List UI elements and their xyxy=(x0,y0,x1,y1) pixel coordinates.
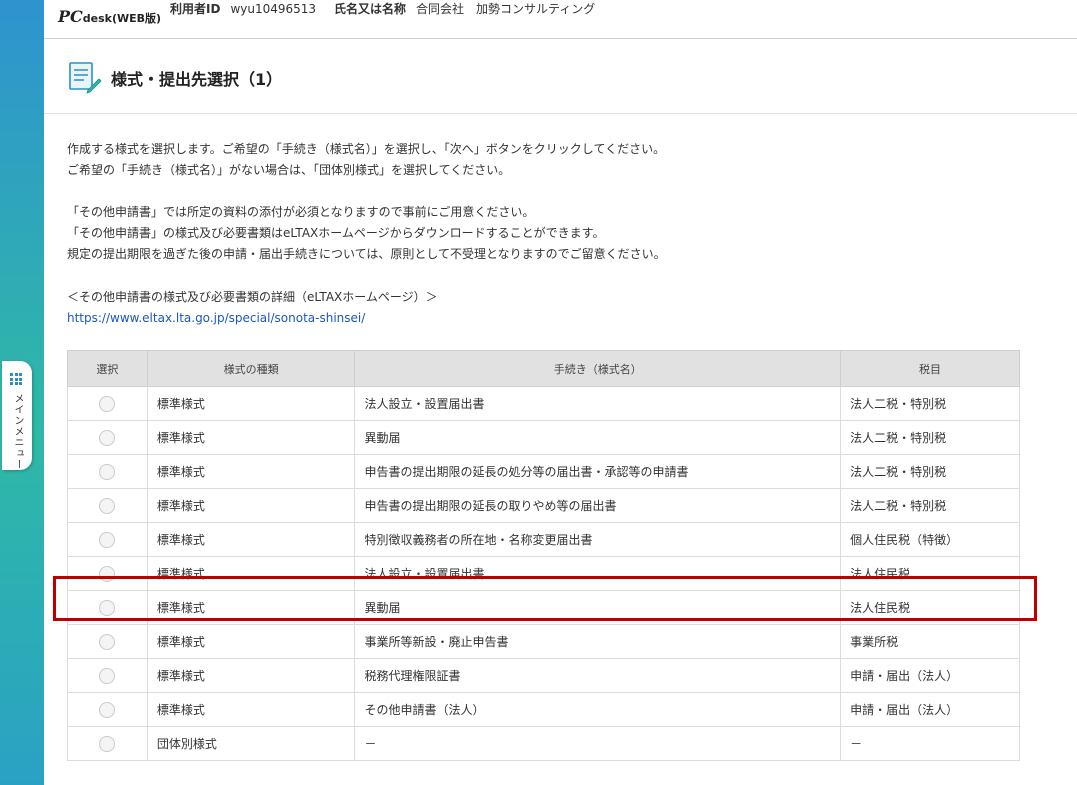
select-cell xyxy=(67,522,148,557)
column-header-tax: 税目 xyxy=(840,350,1020,387)
form-type-cell: 標準様式 xyxy=(146,624,356,659)
tax-cell: 申請・届出（法人） xyxy=(840,692,1020,727)
select-cell xyxy=(67,658,148,693)
app-header: PCdesk(WEB版) 利用者ID wyu10496513 氏名又は名称 合同会社… xyxy=(44,0,1077,39)
instruction-line: 「その他申請書」の様式及び必要書類はeLTAXホームページからダウンロードするこ… xyxy=(67,226,605,240)
form-type-cell: 団体別様式 xyxy=(146,726,356,761)
select-radio[interactable] xyxy=(99,599,116,616)
procedure-cell: 税務代理権限証書 xyxy=(354,658,842,693)
select-cell xyxy=(67,624,148,659)
select-cell xyxy=(67,590,148,625)
table-row[interactable]: 標準様式 特別徴収義務者の所在地・名称変更届出書 個人住民税（特徴） xyxy=(67,522,1020,557)
procedure-cell: 申告書の提出期限の延長の処分等の届出書・承認等の申請書 xyxy=(354,454,842,489)
table-row[interactable]: 標準様式 異動届 法人住民税 xyxy=(67,590,1020,625)
tax-cell: 法人二税・特別税 xyxy=(840,488,1020,523)
select-cell xyxy=(67,726,148,761)
procedure-cell: － xyxy=(354,726,842,761)
procedure-cell: 法人設立・設置届出書 xyxy=(354,386,842,421)
form-type-cell: 標準様式 xyxy=(146,590,356,625)
tax-cell: 法人住民税 xyxy=(840,590,1020,625)
procedure-cell: 法人設立・設置届出書 xyxy=(354,556,842,591)
select-radio[interactable] xyxy=(99,463,116,480)
main-menu-tab[interactable]: メインメニュー xyxy=(2,361,32,470)
procedure-cell: 事業所等新設・廃止申告書 xyxy=(354,624,842,659)
procedure-cell: その他申請書（法人） xyxy=(354,692,842,727)
page-title: 様式・提出先選択（1） xyxy=(111,70,283,89)
select-cell xyxy=(67,556,148,591)
tax-cell: 事業所税 xyxy=(840,624,1020,659)
instruction-line: 作成する様式を選択します。ご希望の「手続き（様式名）」を選択し、「次へ」ボタンを… xyxy=(67,142,666,156)
column-header-procedure: 手続き（様式名） xyxy=(354,350,842,387)
select-cell xyxy=(67,488,148,523)
document-edit-icon xyxy=(69,62,102,94)
table-row[interactable]: 標準様式 税務代理権限証書 申請・届出（法人） xyxy=(67,658,1020,693)
instruction-block-1: 作成する様式を選択します。ご希望の「手続き（様式名）」を選択し、「次へ」ボタンを… xyxy=(67,139,665,181)
select-radio[interactable] xyxy=(99,701,116,718)
main-menu-label: メインメニュー xyxy=(12,393,23,470)
select-radio[interactable] xyxy=(99,565,116,582)
form-type-cell: 標準様式 xyxy=(146,658,356,693)
table-row[interactable]: 標準様式 申告書の提出期限の延長の取りやめ等の届出書 法人二税・特別税 xyxy=(67,488,1020,523)
table-row[interactable]: 標準様式 異動届 法人二税・特別税 xyxy=(67,420,1020,455)
table-row[interactable]: 標準様式 申告書の提出期限の延長の処分等の届出書・承認等の申請書 法人二税・特別… xyxy=(67,454,1020,489)
instruction-block-2: 「その他申請書」では所定の資料の添付が必須となりますので事前にご用意ください。 … xyxy=(67,202,666,265)
select-cell xyxy=(67,692,148,727)
table-row[interactable]: 団体別様式 － － xyxy=(67,726,1020,761)
select-cell xyxy=(67,454,148,489)
form-type-cell: 標準様式 xyxy=(146,488,356,523)
link-heading: ＜その他申請書の様式及び必要書類の詳細（eLTAXホームページ）＞ xyxy=(67,290,438,304)
title-divider xyxy=(44,113,1077,114)
form-type-cell: 標準様式 xyxy=(146,556,356,591)
table-header-row: 選択 様式の種類 手続き（様式名） 税目 xyxy=(67,350,1020,387)
tax-cell: 法人二税・特別税 xyxy=(840,420,1020,455)
select-radio[interactable] xyxy=(99,429,116,446)
select-radio[interactable] xyxy=(99,735,116,752)
procedure-cell: 異動届 xyxy=(354,420,842,455)
tax-cell: 申請・届出（法人） xyxy=(840,658,1020,693)
table-row[interactable]: 標準様式 事業所等新設・廃止申告書 事業所税 xyxy=(67,624,1020,659)
select-cell xyxy=(67,420,148,455)
select-radio[interactable] xyxy=(99,497,116,514)
select-cell xyxy=(67,386,148,421)
column-header-type: 様式の種類 xyxy=(146,350,356,387)
table-row[interactable]: 標準様式 法人設立・設置届出書 法人住民税 xyxy=(67,556,1020,591)
grid-menu-icon xyxy=(10,373,22,385)
form-type-cell: 標準様式 xyxy=(146,692,356,727)
instruction-line: ご希望の「手続き（様式名）」がない場合は、「団体別様式」を選択してください。 xyxy=(67,163,511,177)
procedure-cell: 異動届 xyxy=(354,590,842,625)
select-radio[interactable] xyxy=(99,667,116,684)
instruction-line: 「その他申請書」では所定の資料の添付が必須となりますので事前にご用意ください。 xyxy=(67,205,535,219)
form-type-cell: 標準様式 xyxy=(146,420,356,455)
app-logo: PCdesk(WEB版) xyxy=(58,7,162,26)
form-type-cell: 標準様式 xyxy=(146,522,356,557)
column-header-select: 選択 xyxy=(67,350,148,387)
table-row[interactable]: 標準様式 法人設立・設置届出書 法人二税・特別税 xyxy=(67,386,1020,421)
user-id-field: 利用者ID wyu10496513 xyxy=(170,2,317,16)
table-row[interactable]: 標準様式 その他申請書（法人） 申請・届出（法人） xyxy=(67,692,1020,727)
select-radio[interactable] xyxy=(99,633,116,650)
eltax-link-block: ＜その他申請書の様式及び必要書類の詳細（eLTAXホームページ）＞ https:… xyxy=(67,287,438,329)
select-radio[interactable] xyxy=(99,395,116,412)
select-radio[interactable] xyxy=(99,531,116,548)
instruction-line: 規定の提出期限を過ぎた後の申請・届出手続きについては、原則として不受理となります… xyxy=(67,247,666,261)
procedure-cell: 申告書の提出期限の延長の取りやめ等の届出書 xyxy=(354,488,842,523)
procedure-cell: 特別徴収義務者の所在地・名称変更届出書 xyxy=(354,522,842,557)
form-selection-table: 選択 様式の種類 手続き（様式名） 税目 標準様式 法人設立・設置届出書 法人二… xyxy=(67,350,1020,761)
eltax-link[interactable]: https://www.eltax.lta.go.jp/special/sono… xyxy=(67,311,365,325)
user-name-field: 氏名又は名称 合同会社 加勢コンサルティング xyxy=(334,2,596,16)
tax-cell: 法人二税・特別税 xyxy=(840,454,1020,489)
tax-cell: 法人住民税 xyxy=(840,556,1020,591)
form-type-cell: 標準様式 xyxy=(146,386,356,421)
tax-cell: 法人二税・特別税 xyxy=(840,386,1020,421)
form-type-cell: 標準様式 xyxy=(146,454,356,489)
tax-cell: 個人住民税（特徴） xyxy=(840,522,1020,557)
tax-cell: － xyxy=(840,726,1020,761)
